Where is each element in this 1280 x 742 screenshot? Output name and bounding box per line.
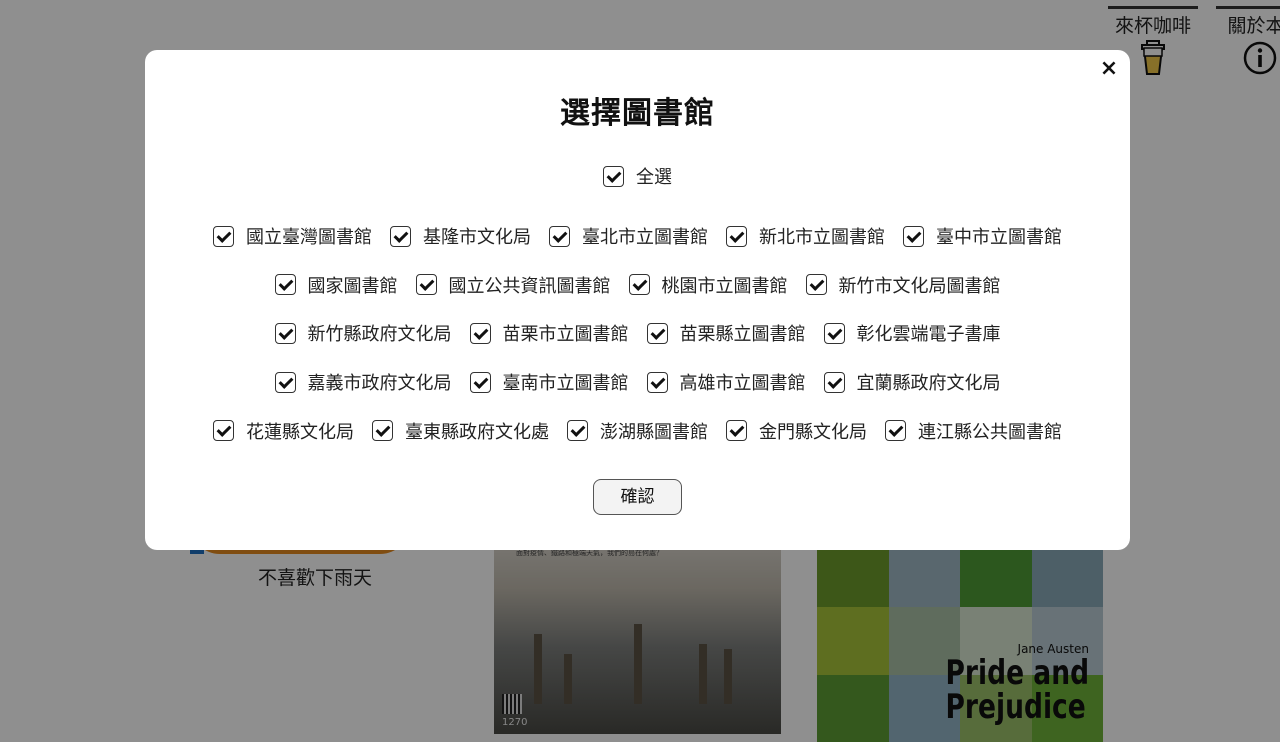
library-checkbox[interactable]: [628, 274, 650, 296]
library-label: 桃園市立圖書館: [661, 275, 788, 297]
library-label: 國立臺灣圖書館: [246, 227, 372, 249]
library-row: 花蓮縣文化局 臺東縣政府文化處 澎湖縣圖書館 金門縣文化局 連江縣公共圖書館: [145, 406, 1130, 455]
modal-title: 選擇圖書館: [560, 96, 715, 131]
library-checkbox[interactable]: [885, 420, 906, 442]
library-option[interactable]: 苗栗市立圖書館: [469, 320, 629, 346]
library-label: 臺東縣政府文化處: [405, 421, 549, 443]
library-option[interactable]: 桃園市立圖書館: [628, 272, 788, 298]
library-label: 臺北市立圖書館: [582, 227, 708, 249]
select-all-label: 全選: [636, 167, 672, 188]
library-label: 基隆市文化局: [423, 227, 531, 249]
library-option[interactable]: 苗栗縣立圖書館: [646, 320, 806, 346]
library-option[interactable]: 嘉義市政府文化局: [274, 369, 452, 395]
library-checkbox[interactable]: [805, 274, 827, 296]
library-checkbox[interactable]: [549, 225, 570, 247]
library-label: 國立公共資訊圖書館: [448, 275, 611, 297]
library-option[interactable]: 金門縣文化局: [726, 418, 867, 444]
library-option[interactable]: 新北市立圖書館: [726, 223, 885, 249]
library-row: 國家圖書館 國立公共資訊圖書館 桃園市立圖書館 新竹市文化局圖書館: [145, 261, 1130, 310]
select-all-checkbox[interactable]: [603, 165, 624, 187]
library-row: 嘉義市政府文化局 臺南市立圖書館 高雄市立圖書館 宜蘭縣政府文化局: [145, 358, 1130, 407]
library-label: 高雄市立圖書館: [679, 373, 806, 395]
library-option[interactable]: 基隆市文化局: [390, 223, 531, 249]
library-label: 澎湖縣圖書館: [600, 421, 708, 443]
library-checkbox[interactable]: [567, 420, 588, 442]
library-option[interactable]: 國家圖書館: [274, 272, 398, 298]
library-option[interactable]: 臺南市立圖書館: [469, 369, 629, 395]
library-label: 新北市立圖書館: [759, 227, 885, 249]
library-checkbox[interactable]: [390, 225, 411, 247]
select-all-option[interactable]: 全選: [145, 163, 1130, 189]
library-checkbox[interactable]: [903, 225, 924, 247]
library-option[interactable]: 彰化雲端電子書庫: [823, 320, 1001, 346]
library-row: 國立臺灣圖書館 基隆市文化局 臺北市立圖書館 新北市立圖書館 臺中市立圖書館: [145, 212, 1130, 261]
library-label: 新竹市文化局圖書館: [838, 275, 1001, 297]
library-label: 苗栗縣立圖書館: [679, 324, 806, 346]
library-option[interactable]: 新竹縣政府文化局: [274, 320, 452, 346]
library-label: 宜蘭縣政府文化局: [856, 373, 1001, 395]
library-label: 新竹縣政府文化局: [307, 324, 452, 346]
library-label: 國家圖書館: [307, 275, 398, 297]
library-select-modal: × 選擇圖書館 全選 國立臺灣圖書館 基隆市文化局 臺北市立圖書館 新北市立圖書館 臺中…: [145, 50, 1130, 550]
library-checkbox[interactable]: [726, 420, 747, 442]
library-checkbox[interactable]: [274, 371, 296, 393]
library-checkbox-grid: 國立臺灣圖書館 基隆市文化局 臺北市立圖書館 新北市立圖書館 臺中市立圖書館 國家圖書館國…: [145, 212, 1130, 455]
library-checkbox[interactable]: [469, 371, 491, 393]
library-row: 新竹縣政府文化局 苗栗市立圖書館 苗栗縣立圖書館 彰化雲端電子書庫: [145, 309, 1130, 358]
library-checkbox[interactable]: [213, 225, 234, 247]
library-option[interactable]: 臺中市立圖書館: [903, 223, 1062, 249]
library-option[interactable]: 花蓮縣文化局: [213, 418, 354, 444]
confirm-button[interactable]: 確認: [593, 479, 682, 515]
library-option[interactable]: 連江縣公共圖書館: [885, 418, 1062, 444]
library-option[interactable]: 國立公共資訊圖書館: [415, 272, 611, 298]
library-option[interactable]: 宜蘭縣政府文化局: [823, 369, 1001, 395]
library-option[interactable]: 新竹市文化局圖書館: [805, 272, 1001, 298]
library-checkbox[interactable]: [274, 274, 296, 296]
library-option[interactable]: 臺北市立圖書館: [549, 223, 708, 249]
library-checkbox[interactable]: [372, 420, 393, 442]
library-checkbox[interactable]: [823, 371, 845, 393]
library-label: 苗栗市立圖書館: [502, 324, 629, 346]
close-button[interactable]: ×: [1098, 58, 1120, 80]
library-label: 花蓮縣文化局: [246, 421, 354, 443]
library-checkbox[interactable]: [469, 322, 491, 344]
library-option[interactable]: 國立臺灣圖書館: [213, 223, 372, 249]
library-label: 臺南市立圖書館: [502, 373, 629, 395]
library-option[interactable]: 臺東縣政府文化處: [372, 418, 549, 444]
library-checkbox[interactable]: [646, 371, 668, 393]
library-checkbox[interactable]: [274, 322, 296, 344]
library-checkbox[interactable]: [415, 274, 437, 296]
library-option[interactable]: 澎湖縣圖書館: [567, 418, 708, 444]
library-label: 金門縣文化局: [759, 421, 867, 443]
library-option[interactable]: 高雄市立圖書館: [646, 369, 806, 395]
library-checkbox[interactable]: [646, 322, 668, 344]
library-label: 彰化雲端電子書庫: [856, 324, 1001, 346]
library-checkbox[interactable]: [726, 225, 747, 247]
library-label: 連江縣公共圖書館: [918, 421, 1062, 443]
library-label: 嘉義市政府文化局: [307, 373, 452, 395]
library-label: 臺中市立圖書館: [936, 227, 1062, 249]
library-checkbox[interactable]: [213, 420, 234, 442]
library-checkbox[interactable]: [823, 322, 845, 344]
